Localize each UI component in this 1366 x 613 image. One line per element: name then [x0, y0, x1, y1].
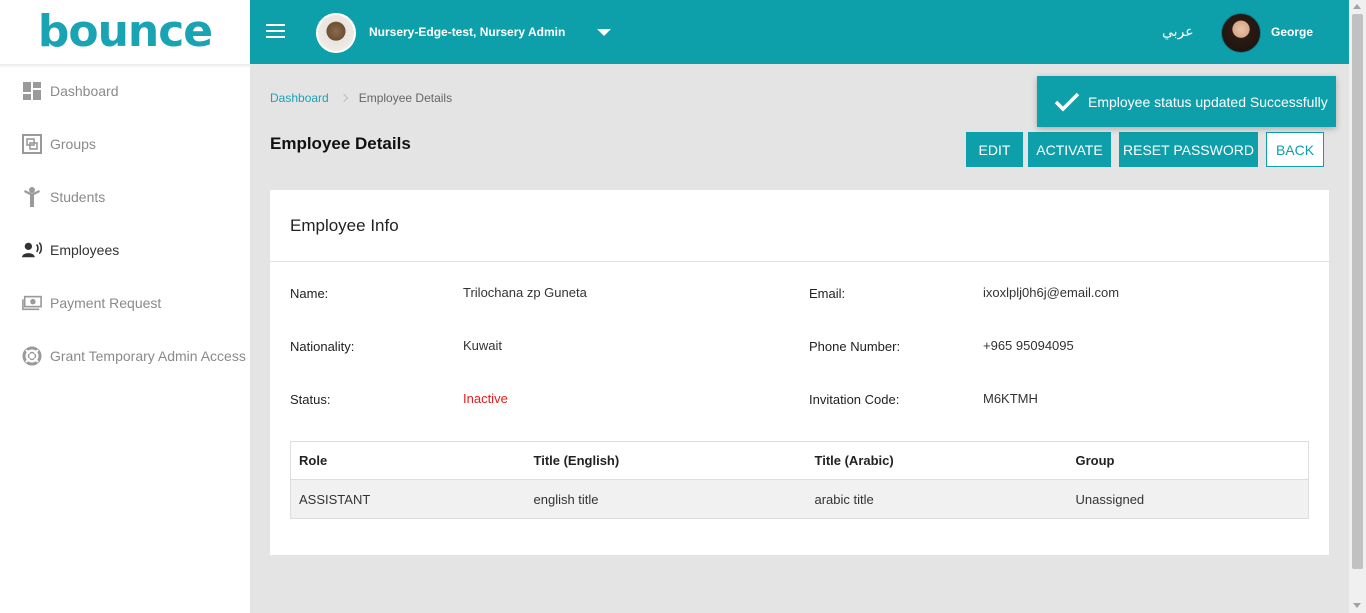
- email-label: Email:: [809, 286, 846, 301]
- sidebar-nav: Dashboard Groups Students Employees Paym…: [0, 64, 250, 382]
- activate-button[interactable]: ACTIVATE: [1028, 132, 1111, 167]
- table-cell-title-english: english title: [525, 479, 807, 519]
- name-label: Name:: [290, 286, 329, 301]
- table-cell-group: Unassigned: [1067, 479, 1309, 519]
- invitation-code-label: Invitation Code:: [809, 392, 900, 407]
- logo-text: bounce: [37, 6, 213, 57]
- table-header-row: Role Title (English) Title (Arabic) Grou…: [290, 441, 1309, 480]
- edit-button[interactable]: EDIT: [966, 132, 1023, 167]
- student-icon: [22, 186, 42, 207]
- phone-label: Phone Number:: [809, 339, 901, 354]
- chevron-right-icon: [339, 93, 348, 103]
- roles-table: Role Title (English) Title (Arabic) Grou…: [290, 441, 1309, 519]
- nursery-avatar: [316, 13, 356, 53]
- employees-icon: [22, 240, 42, 260]
- breadcrumb-current: Employee Details: [358, 91, 453, 105]
- breadcrumb-dashboard-link[interactable]: Dashboard: [270, 91, 329, 105]
- phone-value: +965 95094095: [983, 338, 1074, 353]
- user-avatar[interactable]: [1221, 13, 1261, 53]
- column-header-title-arabic: Title (Arabic): [806, 441, 1068, 480]
- column-header-group: Group: [1067, 441, 1309, 480]
- back-button[interactable]: BACK: [1266, 132, 1324, 167]
- sidebar: bounce Dashboard Groups Students Employe: [0, 0, 250, 613]
- sidebar-item-label: Grant Temporary Admin Access: [50, 347, 246, 364]
- sidebar-item-students[interactable]: Students: [0, 170, 250, 223]
- sidebar-item-payment-request[interactable]: Payment Request: [0, 276, 250, 329]
- column-header-title-english: Title (English): [525, 441, 807, 480]
- sidebar-item-grant-admin-access[interactable]: Grant Temporary Admin Access: [0, 329, 250, 382]
- sidebar-item-groups[interactable]: Groups: [0, 117, 250, 170]
- scroll-up-arrow-icon[interactable]: [1353, 4, 1361, 9]
- sidebar-item-label: Employees: [50, 241, 120, 258]
- dashboard-icon: [22, 81, 42, 101]
- sidebar-item-label: Students: [50, 188, 106, 205]
- status-label: Status:: [290, 392, 331, 407]
- sidebar-item-employees[interactable]: Employees: [0, 223, 250, 276]
- employee-info-card: Employee Info Name: Trilochana zp Guneta…: [270, 190, 1329, 555]
- reset-password-button[interactable]: RESET PASSWORD: [1119, 132, 1258, 167]
- email-value: ixoxlplj0h6j@email.com: [983, 285, 1120, 300]
- top-bar: Nursery-Edge-test, Nursery Admin عربي Ge…: [250, 0, 1349, 64]
- page-title: Employee Details: [270, 134, 411, 153]
- sidebar-item-dashboard[interactable]: Dashboard: [0, 64, 250, 117]
- lifebuoy-icon: [22, 346, 42, 366]
- nationality-value: Kuwait: [463, 338, 503, 353]
- sidebar-item-label: Payment Request: [50, 294, 162, 311]
- success-toast: Employee status updated Successfully: [1037, 76, 1336, 127]
- sidebar-item-label: Groups: [50, 135, 96, 152]
- nursery-name[interactable]: Nursery-Edge-test, Nursery Admin: [369, 25, 565, 39]
- invitation-code-value: M6KTMH: [983, 391, 1038, 406]
- breadcrumb: Dashboard Employee Details: [270, 91, 452, 105]
- menu-icon[interactable]: [266, 24, 285, 39]
- logo[interactable]: bounce: [0, 0, 250, 64]
- checkmark-icon: [1054, 92, 1080, 111]
- table-cell-title-arabic: arabic title: [806, 479, 1068, 519]
- user-name[interactable]: George: [1271, 25, 1313, 39]
- nationality-label: Nationality:: [290, 339, 355, 354]
- payment-icon: [22, 293, 42, 313]
- sidebar-item-label: Dashboard: [50, 82, 119, 99]
- column-header-role: Role: [290, 441, 526, 480]
- chevron-down-icon[interactable]: [597, 29, 611, 36]
- status-badge: Inactive: [463, 391, 508, 406]
- card-title: Employee Info: [270, 190, 1329, 262]
- scroll-thumb[interactable]: [1352, 14, 1363, 569]
- table-row: ASSISTANT english title arabic title Una…: [290, 479, 1309, 519]
- groups-icon: [22, 133, 42, 154]
- table-cell-role: ASSISTANT: [290, 479, 526, 519]
- name-value: Trilochana zp Guneta: [463, 285, 587, 300]
- language-switch[interactable]: عربي: [1162, 23, 1194, 40]
- scrollbar[interactable]: [1349, 0, 1366, 613]
- toast-message: Employee status updated Successfully: [1088, 93, 1328, 110]
- scroll-down-arrow-icon[interactable]: [1353, 603, 1361, 608]
